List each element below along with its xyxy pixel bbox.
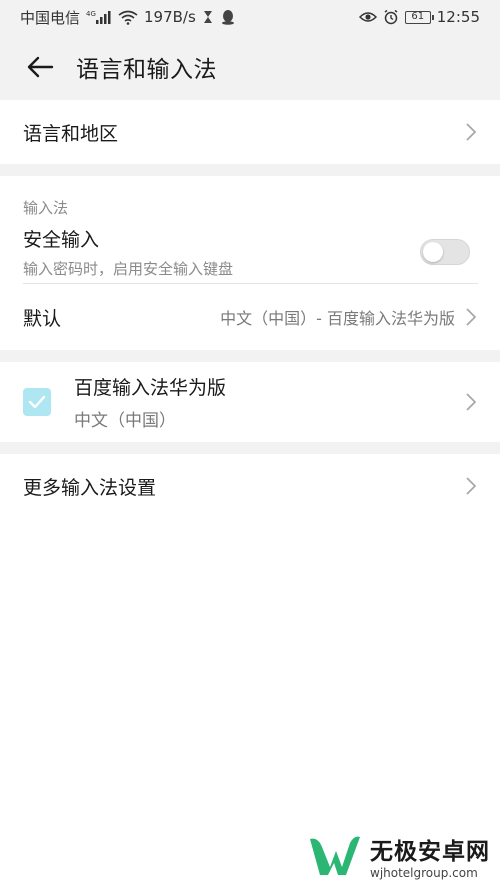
section-gap xyxy=(0,442,500,454)
default-ime-row[interactable]: 默认 中文（中国）- 百度输入法华为版 xyxy=(0,284,500,350)
svg-text:4G: 4G xyxy=(86,10,96,18)
app-bar: 语言和输入法 xyxy=(0,34,500,100)
carrier-label: 中国电信 xyxy=(20,8,81,27)
cellular-signal-icon: 4G xyxy=(86,9,112,25)
default-ime-label: 默认 xyxy=(23,307,62,330)
watermark-logo-icon xyxy=(310,836,360,875)
alarm-icon xyxy=(383,9,399,25)
toggle-knob xyxy=(423,242,443,262)
check-icon xyxy=(28,395,46,409)
language-region-row[interactable]: 语言和地区 xyxy=(0,100,500,164)
back-button[interactable] xyxy=(20,47,60,87)
net-speed: 197B/s xyxy=(144,8,196,26)
status-bar: 中国电信 4G 197B/s 61 12:55 xyxy=(0,0,500,34)
chevron-right-icon xyxy=(466,123,476,141)
eye-comfort-icon xyxy=(358,10,377,24)
page-title: 语言和输入法 xyxy=(76,57,217,83)
battery-icon: 61 xyxy=(404,10,434,24)
chevron-right-icon xyxy=(466,308,476,326)
default-ime-value: 中文（中国）- 百度输入法华为版 xyxy=(220,309,455,328)
language-region-label: 语言和地区 xyxy=(23,122,119,145)
hourglass-icon xyxy=(202,10,214,24)
input-method-section-header: 输入法 xyxy=(23,199,69,217)
arrow-left-icon xyxy=(27,56,54,78)
status-bar-right: 61 12:55 xyxy=(358,8,480,26)
section-gap xyxy=(0,164,500,176)
chevron-right-icon xyxy=(466,477,476,495)
status-bar-left: 中国电信 4G 197B/s xyxy=(20,7,236,28)
baidu-ime-checkbox[interactable] xyxy=(23,388,51,416)
chevron-right-icon xyxy=(466,393,476,411)
battery-level: 61 xyxy=(411,11,425,22)
clock: 12:55 xyxy=(436,8,480,26)
wifi-icon xyxy=(118,10,138,25)
section-gap xyxy=(0,350,500,362)
watermark-texts: 无极安卓网 wjhotelgroup.com xyxy=(370,832,490,880)
baidu-ime-row[interactable]: 百度输入法华为版 中文（中国） xyxy=(0,362,500,442)
baidu-ime-texts: 百度输入法华为版 中文（中国） xyxy=(74,373,226,431)
watermark-title: 无极安卓网 xyxy=(370,839,490,865)
baidu-ime-language: 中文（中国） xyxy=(74,411,176,431)
watermark-url: wjhotelgroup.com xyxy=(370,866,478,880)
more-ime-settings-label: 更多输入法设置 xyxy=(23,476,157,499)
secure-input-label: 安全输入 xyxy=(23,229,100,251)
baidu-ime-name: 百度输入法华为版 xyxy=(74,377,227,399)
qq-icon xyxy=(220,9,236,25)
more-ime-settings-row[interactable]: 更多输入法设置 xyxy=(0,454,500,518)
secure-input-description: 输入密码时，启用安全输入键盘 xyxy=(23,260,234,278)
settings-list: 语言和地区 输入法 安全输入 输入密码时，启用安全输入键盘 默认 中文（中国）-… xyxy=(0,100,500,518)
secure-input-row[interactable]: 安全输入 输入密码时，启用安全输入键盘 xyxy=(0,220,500,284)
secure-input-toggle[interactable] xyxy=(420,239,470,265)
watermark: 无极安卓网 wjhotelgroup.com xyxy=(306,831,490,881)
